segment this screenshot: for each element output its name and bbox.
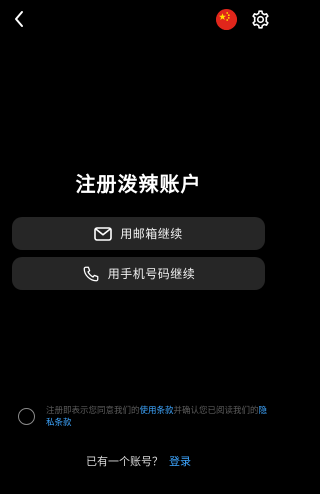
region-flag-button[interactable] [216,9,237,30]
gear-icon [252,10,269,29]
terms-text: 注册即表示您同意我们的使用条款并确认您已阅读我们的隐私条款 [46,405,268,429]
phone-button-label: 用手机号码继续 [107,267,196,281]
terms-agreement: 注册即表示您同意我们的使用条款并确认您已阅读我们的隐私条款 [18,405,268,435]
phone-icon [82,265,100,283]
email-button-label: 用邮箱继续 [120,227,183,241]
terms-prefix: 注册即表示您同意我们的 [46,406,140,416]
login-prompt-text: 已有一个账号？ [86,455,163,468]
back-button[interactable] [8,8,30,30]
continue-with-phone-button[interactable]: 用手机号码继续 [12,257,265,290]
envelope-icon [94,225,113,243]
terms-middle: 并确认您已阅读我们的 [173,406,259,416]
terms-checkbox[interactable] [18,408,35,425]
top-bar [0,0,277,40]
chevron-left-icon [15,11,23,27]
page-title: 注册泼辣账户 [75,172,202,196]
settings-button[interactable] [250,9,271,30]
terms-of-use-link[interactable]: 使用条款 [140,406,174,416]
login-link[interactable]: 登录 [169,455,191,468]
continue-with-email-button[interactable]: 用邮箱继续 [12,217,265,250]
china-flag-icon [216,9,237,30]
login-prompt: 已有一个账号？ 登录 [0,453,277,469]
